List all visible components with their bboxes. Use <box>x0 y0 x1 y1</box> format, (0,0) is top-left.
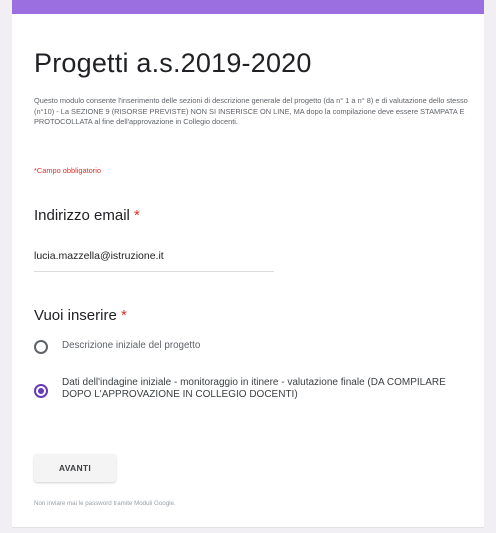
form-title: Progetti a.s.2019-2020 <box>34 48 312 78</box>
email-question-label: Indirizzo email * <box>34 207 140 224</box>
next-button[interactable]: AVANTI <box>34 454 116 482</box>
required-field-note: *Campo obbligatorio <box>34 166 101 175</box>
radio-checked-icon[interactable] <box>34 384 48 398</box>
email-label-text: Indirizzo email <box>34 207 130 224</box>
radio-option-label: Descrizione iniziale del progetto <box>62 340 201 351</box>
radio-unchecked-icon[interactable] <box>34 340 48 354</box>
password-warning-note: Non inviare mai le password tramite Modu… <box>34 500 176 507</box>
form-card: Progetti a.s.2019-2020 Questo modulo con… <box>12 0 484 528</box>
form-description: Questo modulo consente l'inserimento del… <box>34 96 468 127</box>
radio-option-label: Dati dell'indagine iniziale - monitoragg… <box>62 377 446 401</box>
choice-required-asterisk: * <box>121 307 127 324</box>
radio-selected-dot <box>38 388 44 394</box>
form-accent-bar <box>12 0 484 14</box>
form-page: Progetti a.s.2019-2020 Questo modulo con… <box>0 0 496 533</box>
radio-option-dati-indagine[interactable]: Dati dell'indagine iniziale - monitoragg… <box>34 377 454 402</box>
choice-question-label: Vuoi inserire * <box>34 307 127 324</box>
choice-label-text: Vuoi inserire <box>34 307 117 324</box>
radio-option-descrizione[interactable]: Descrizione iniziale del progetto <box>34 339 200 354</box>
email-field[interactable] <box>34 245 274 272</box>
email-required-asterisk: * <box>134 207 140 224</box>
